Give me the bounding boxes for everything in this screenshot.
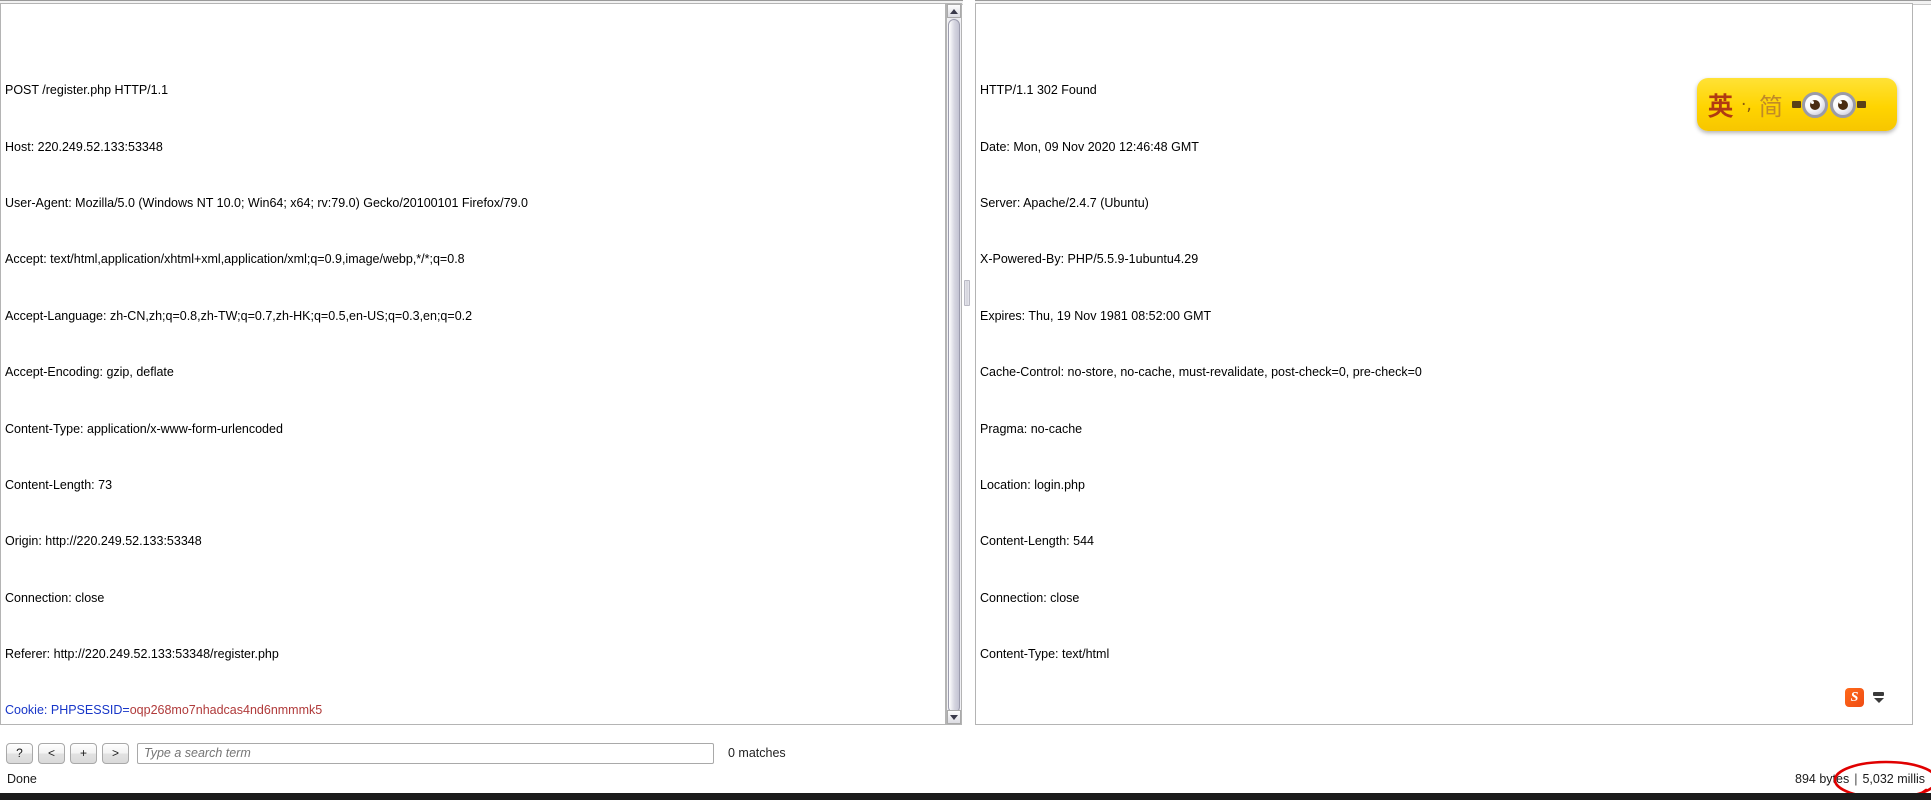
chevron-up-icon	[950, 8, 958, 14]
response-header-line: Pragma: no-cache	[980, 421, 1083, 436]
response-header-line: Cache-Control: no-store, no-cache, must-…	[980, 365, 1422, 380]
chevron-down-icon	[1873, 698, 1884, 703]
ime-punctuation-toggle[interactable]: ·,	[1741, 95, 1752, 115]
request-add-search-button[interactable]: +	[70, 742, 97, 764]
response-header-line: Server: Apache/2.4.7 (Ubuntu)	[980, 195, 1149, 210]
response-time-millis: 5,032 millis	[1862, 772, 1925, 786]
goggle-strap-right-icon	[1856, 101, 1866, 108]
request-cookie-line: Cookie: PHPSESSID=oqp268mo7nhadcas4nd6nm…	[5, 701, 945, 720]
response-header-line: Connection: close	[980, 590, 1080, 605]
cookie-value: oqp268mo7nhadcas4nd6nmmmk5	[129, 703, 323, 718]
status-metrics: 894 bytes | 5,032 millis	[1795, 772, 1925, 786]
request-search-input[interactable]	[137, 742, 714, 764]
request-next-match-button[interactable]: >	[102, 742, 129, 764]
scroll-down-button[interactable]	[947, 710, 961, 724]
request-prev-match-button[interactable]: <	[38, 742, 65, 764]
scrollbar-thumb[interactable]	[948, 19, 960, 713]
response-header-line: Content-Type: text/html	[980, 647, 1110, 662]
sogou-ime-tray[interactable]: S	[1845, 688, 1884, 707]
goggle-pupil-icon	[1837, 99, 1848, 110]
response-header-line: Date: Mon, 09 Nov 2020 12:46:48 GMT	[980, 139, 1199, 154]
ime-language-toggle[interactable]: 英	[1708, 87, 1733, 123]
status-text: Done	[7, 772, 37, 786]
request-header-line: Referer: http://220.249.52.133:53348/reg…	[5, 647, 279, 662]
goggle-strap-left-icon	[1791, 101, 1801, 108]
request-header-line: Connection: close	[5, 590, 105, 605]
status-separator: |	[1854, 772, 1858, 786]
goggle-eye-left-icon	[1801, 91, 1828, 118]
goggle-pupil-icon	[1809, 99, 1820, 110]
request-header-line: POST /register.php HTTP/1.1	[5, 83, 169, 98]
status-bar: Done 894 bytes | 5,032 millis	[0, 770, 1931, 792]
sogou-logo-icon[interactable]: S	[1845, 688, 1864, 707]
goggle-eye-right-icon	[1829, 91, 1856, 118]
keyboard-icon	[1873, 692, 1884, 696]
request-header-line: Origin: http://220.249.52.133:53348	[5, 534, 202, 549]
panel-splitter-grip[interactable]	[964, 280, 970, 306]
request-header-line: Accept-Encoding: gzip, deflate	[5, 365, 174, 380]
ime-floating-toolbar[interactable]: 英 ·, 简	[1697, 78, 1897, 131]
ime-script-toggle[interactable]: 简	[1759, 87, 1783, 122]
ime-goggles-icon[interactable]	[1791, 91, 1866, 118]
request-vertical-scrollbar[interactable]	[946, 3, 962, 725]
response-byte-count: 894 bytes	[1795, 772, 1850, 786]
response-header-line: Expires: Thu, 19 Nov 1981 08:52:00 GMT	[980, 308, 1212, 323]
request-search-toolbar: ? < + > 0 matches	[6, 738, 956, 768]
ime-menu-toggle[interactable]	[1873, 692, 1884, 703]
request-header-line: User-Agent: Mozilla/5.0 (Windows NT 10.0…	[5, 195, 528, 210]
scroll-up-button[interactable]	[947, 4, 961, 18]
request-header-line: Content-Length: 73	[5, 477, 113, 492]
response-header-line: X-Powered-By: PHP/5.5.9-1ubuntu4.29	[980, 252, 1199, 267]
request-header-line: Content-Type: application/x-www-form-url…	[5, 421, 283, 436]
request-header-line: Host: 220.249.52.133:53348	[5, 139, 163, 154]
request-help-button[interactable]: ?	[6, 742, 33, 764]
chevron-down-icon	[950, 714, 958, 720]
request-header-line: Accept-Language: zh-CN,zh;q=0.8,zh-TW;q=…	[5, 308, 473, 323]
request-panel: POST /register.php HTTP/1.1 Host: 220.24…	[0, 0, 970, 800]
request-editor[interactable]: POST /register.php HTTP/1.1 Host: 220.24…	[0, 3, 946, 725]
response-header-line: Location: login.php	[980, 477, 1085, 492]
response-header-line: Content-Length: 544	[980, 534, 1094, 549]
cookie-name: Cookie: PHPSESSID=	[5, 703, 130, 718]
request-match-count: 0 matches	[728, 746, 786, 760]
request-header-line: Accept: text/html,application/xhtml+xml,…	[5, 252, 465, 267]
window-bottom-edge	[0, 793, 1931, 800]
response-blank-line	[980, 701, 1912, 720]
burp-repeater-window: POST /register.php HTTP/1.1 Host: 220.24…	[0, 0, 1931, 800]
